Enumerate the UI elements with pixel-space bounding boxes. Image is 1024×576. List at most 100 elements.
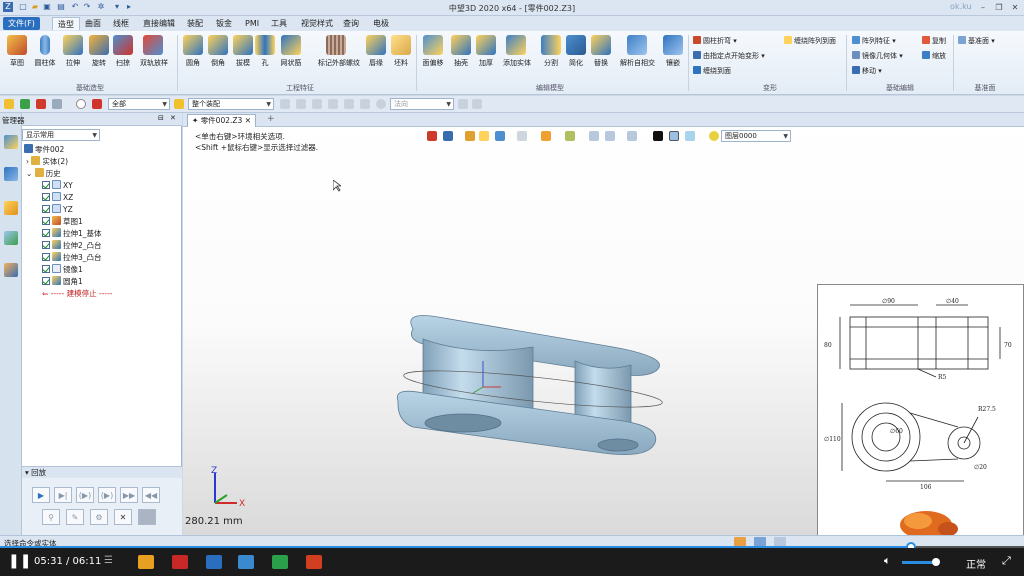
undo-step-icon[interactable] (360, 99, 370, 109)
self-intersect-button[interactable]: 解析自相交 (620, 35, 655, 68)
menu-visual-style[interactable]: 视觉样式 (296, 17, 338, 30)
menu-direct-edit[interactable]: 直接编辑 (138, 17, 180, 30)
grid-view-icon[interactable] (565, 131, 575, 141)
clock-icon[interactable] (376, 99, 386, 109)
split-button[interactable]: 分割 (538, 35, 564, 68)
taskbar-zw3d-icon[interactable] (206, 555, 222, 569)
grid-snap-icon[interactable] (296, 99, 306, 109)
assembly-select[interactable]: 整个装配 ▼ (188, 98, 274, 110)
close-panel-icon[interactable]: ✕ (170, 114, 176, 122)
tree-item-yz[interactable]: YZ (42, 204, 73, 216)
play-button[interactable]: ▶ (32, 487, 50, 503)
close-tab-icon[interactable]: ✕ (245, 116, 251, 125)
render-icon[interactable] (685, 131, 695, 141)
view-manager-icon[interactable] (4, 231, 18, 245)
background-black-icon[interactable] (653, 131, 663, 141)
volume-icon[interactable]: 🔈︎ (884, 554, 891, 568)
expand-icon[interactable]: › (26, 157, 29, 166)
visibility-checkbox[interactable] (42, 205, 50, 213)
remove-icon[interactable] (36, 99, 46, 109)
restore-icon[interactable]: ❐ (992, 2, 1006, 13)
revolve-button[interactable]: 旋转 (86, 35, 112, 68)
section-icon[interactable] (517, 131, 527, 141)
menu-pmi[interactable]: PMI (240, 17, 264, 30)
layer-select[interactable]: 图层0000 ▼ (721, 130, 791, 142)
direction-select[interactable]: 法向 ▼ (390, 98, 454, 110)
cylinder-button[interactable]: 圆柱体 (32, 35, 58, 68)
minimize-icon[interactable]: – (976, 2, 990, 13)
collapse-icon[interactable]: ⌄ (26, 169, 32, 178)
tool-run-button[interactable]: ⚙ (90, 509, 108, 525)
thicken-button[interactable]: 加厚 (473, 35, 499, 68)
pin-icon[interactable] (312, 99, 322, 109)
hole-button[interactable]: 孔 (252, 35, 278, 68)
lip-button[interactable]: 唇缘 (363, 35, 389, 68)
direction-reverse-icon[interactable] (472, 99, 482, 109)
tree-solids[interactable]: › 实体(2) (26, 156, 68, 168)
replace-button[interactable]: 替换 (588, 35, 614, 68)
tool-stop-button[interactable] (138, 509, 156, 525)
pin-panel-icon[interactable]: ⊟ (158, 114, 164, 122)
chamfer-button[interactable]: 倒角 (205, 35, 231, 68)
thread-button[interactable]: 标记外部螺纹 (318, 35, 360, 68)
pause-button[interactable]: ❚❚ (8, 553, 31, 569)
pick-arrow-icon[interactable] (4, 99, 14, 109)
taskbar-cad-icon[interactable] (238, 555, 254, 569)
tool-link-button[interactable]: ⚲ (42, 509, 60, 525)
tree-item-xz[interactable]: XZ (42, 192, 73, 204)
menu-surface[interactable]: 曲面 (80, 17, 106, 30)
visibility-checkbox[interactable] (42, 181, 50, 189)
fast-forward-button[interactable]: ▶▶ (120, 487, 138, 503)
tree-item-extrude1[interactable]: 拉伸1_基体 (42, 228, 102, 240)
taskbar-wps-icon[interactable] (172, 555, 188, 569)
tree-view-icon[interactable] (627, 131, 637, 141)
exit-view-icon[interactable] (427, 131, 437, 141)
3d-part-model[interactable] (393, 309, 683, 469)
light-bulb-icon[interactable] (709, 131, 719, 141)
sketch-button[interactable]: 草图 (4, 35, 30, 68)
wrap-face-button[interactable]: 缠绕到面 (693, 66, 731, 76)
constraint-icon[interactable] (328, 99, 338, 109)
tree-item-mirror[interactable]: 镜像1 (42, 264, 83, 276)
view-orient-icon[interactable] (443, 131, 453, 141)
add-icon[interactable] (20, 99, 30, 109)
cylinder-bend-button[interactable]: 圆柱折弯 ▾ (693, 36, 737, 46)
menu-wireframe[interactable]: 线框 (108, 17, 134, 30)
move-button[interactable]: 移动 ▾ (852, 66, 882, 76)
add-solid-button[interactable]: 添加实体 (503, 35, 531, 68)
filter-list-icon[interactable] (52, 99, 62, 109)
fullscreen-icon[interactable]: ⤢ (1002, 554, 1011, 568)
taskbar-app2-icon[interactable] (306, 555, 322, 569)
user-manager-icon[interactable] (4, 263, 18, 277)
loft-button[interactable]: 双轨放样 (140, 35, 168, 68)
visibility-checkbox[interactable] (42, 193, 50, 201)
filter-select[interactable]: 全部 ▼ (108, 98, 170, 110)
box-view-icon[interactable] (541, 131, 551, 141)
pencil-icon[interactable] (465, 131, 475, 141)
tool-edit-button[interactable]: ✎ (66, 509, 84, 525)
shell-button[interactable]: 抽壳 (448, 35, 474, 68)
visibility-checkbox[interactable] (42, 241, 50, 249)
fillet-button[interactable]: 圆角 (180, 35, 206, 68)
tree-item-extrude3[interactable]: 拉伸3_凸台 (42, 252, 102, 264)
visibility-checkbox[interactable] (42, 265, 50, 273)
background-color-icon[interactable] (669, 131, 679, 141)
visibility-checkbox[interactable] (42, 229, 50, 237)
visibility-checkbox[interactable] (42, 217, 50, 225)
menu-query[interactable]: 查询 (338, 17, 364, 30)
snap-icon[interactable] (280, 99, 290, 109)
menu-modeling[interactable]: 造型 (52, 17, 80, 30)
close-icon[interactable]: ✕ (1008, 2, 1022, 13)
assembly-manager-icon[interactable] (4, 167, 18, 181)
rib-button[interactable]: 网状筋 (278, 35, 304, 68)
simplify-button[interactable]: 简化 (563, 35, 589, 68)
display-mode-icon[interactable] (495, 131, 505, 141)
copy-button[interactable]: 复制 (922, 36, 946, 46)
rewind-button[interactable]: ◀◀ (142, 487, 160, 503)
history-manager-icon[interactable] (4, 135, 18, 149)
emboss-button[interactable]: 镶嵌 (660, 35, 686, 68)
fit-view-icon[interactable] (589, 131, 599, 141)
menu-tools[interactable]: 工具 (266, 17, 292, 30)
menu-file[interactable]: 文件(F) (3, 17, 40, 30)
tree-item-fillet[interactable]: 圆角1 (42, 276, 83, 288)
